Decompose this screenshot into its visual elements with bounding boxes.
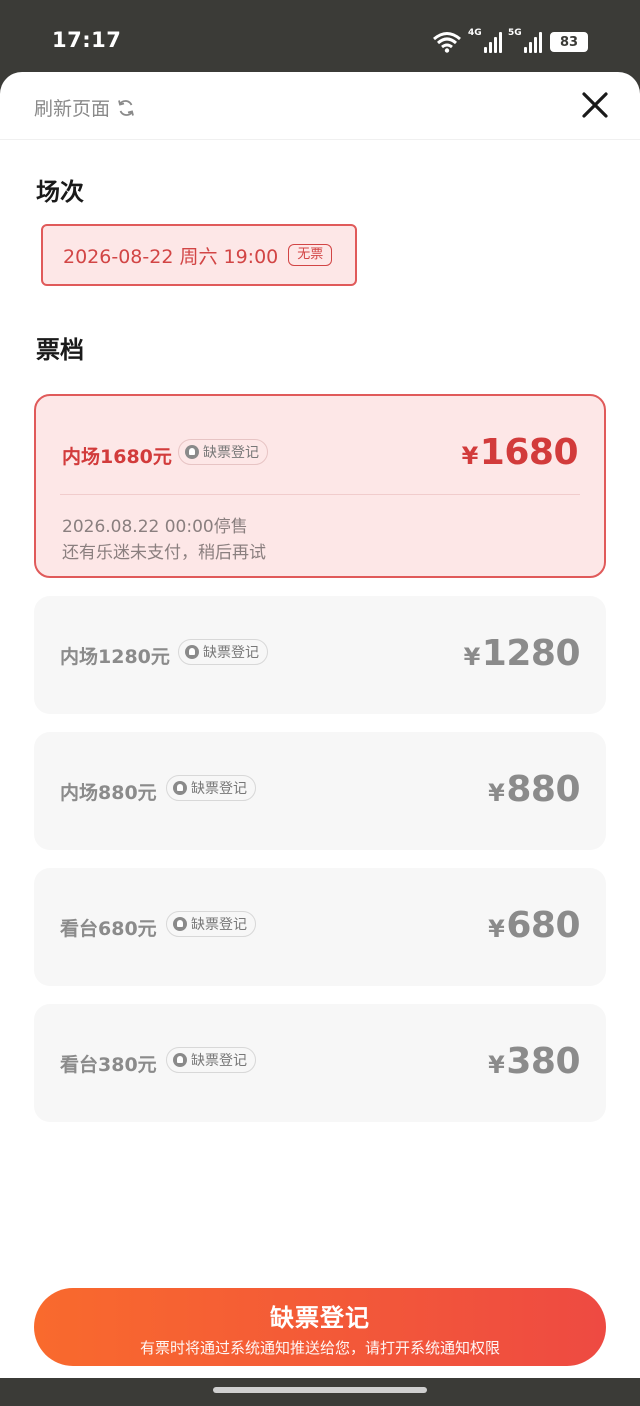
ticket-name: 看台680元 <box>60 918 157 940</box>
battery-level: 83 <box>559 34 579 50</box>
badge-label: 缺票登记 <box>191 917 247 933</box>
badge-label: 缺票登记 <box>203 645 259 661</box>
price-value: 380 <box>506 1041 580 1082</box>
sold-out-badge: 无票 <box>288 244 333 266</box>
shortage-register-badge: 缺票登记 <box>166 911 256 937</box>
badge-label: 缺票登记 <box>203 445 259 461</box>
ticket-option-1280[interactable]: 内场1280元 缺票登记 ¥1280 <box>34 596 606 714</box>
battery-icon: 83 <box>550 32 588 52</box>
currency-symbol: ¥ <box>488 779 505 807</box>
ticket-option-880[interactable]: 内场880元 缺票登记 ¥880 <box>34 732 606 850</box>
refresh-button[interactable]: 刷新页面 <box>34 94 136 121</box>
currency-symbol: ¥ <box>463 643 481 671</box>
refresh-label: 刷新页面 <box>34 98 111 120</box>
ticket-name: 内场1680元 <box>62 446 172 468</box>
ticket-price: ¥1280 <box>463 633 581 674</box>
cta-sub-label: 有票时将通过系统通知推送给您，请打开系统通知权限 <box>139 1339 500 1357</box>
currency-symbol: ¥ <box>461 442 479 470</box>
ticket-option-680[interactable]: 看台680元 缺票登记 ¥680 <box>34 868 606 986</box>
shortage-register-badge: 缺票登记 <box>178 439 268 465</box>
ticket-option-380[interactable]: 看台380元 缺票登记 ¥380 <box>34 1004 606 1122</box>
badge-label: 缺票登记 <box>191 1053 247 1069</box>
close-icon[interactable] <box>580 90 610 120</box>
network-4g-label: 4G <box>468 28 482 38</box>
cta-label: 缺票登记 <box>270 1304 370 1332</box>
price-value: 1680 <box>479 432 579 473</box>
ticket-note: 还有乐迷未支付，稍后再试 <box>62 543 266 563</box>
status-time: 17:17 <box>52 28 122 52</box>
network-5g-label: 5G <box>508 28 522 38</box>
status-icons: 4G 5G 83 <box>432 28 588 54</box>
navigation-bar <box>0 1378 640 1406</box>
sale-time: 2026.08.22 00:00停售 <box>62 517 248 537</box>
shortage-register-badge: 缺票登记 <box>166 1047 256 1073</box>
ticket-name: 内场1280元 <box>60 646 170 668</box>
ticket-price: ¥880 <box>488 769 580 810</box>
price-value: 1280 <box>481 633 581 674</box>
divider <box>60 494 580 495</box>
notify-icon <box>173 917 187 931</box>
ticket-price: ¥680 <box>488 905 580 946</box>
session-datetime: 2026-08-22 周六 19:00 <box>63 245 279 268</box>
ticket-price: ¥380 <box>488 1041 580 1082</box>
notify-icon <box>173 781 187 795</box>
currency-symbol: ¥ <box>488 1051 505 1079</box>
status-bar: 17:17 4G 5G 83 <box>0 0 640 72</box>
ticket-sheet: 刷新页面 场次 2026-08-22 周六 19:00 无票 票档 内场1680… <box>0 72 640 1378</box>
shortage-register-button[interactable]: 缺票登记 有票时将通过系统通知推送给您，请打开系统通知权限 <box>34 1288 606 1366</box>
signal-5g-icon: 5G <box>508 28 542 53</box>
shortage-register-badge: 缺票登记 <box>178 639 268 665</box>
home-indicator[interactable] <box>213 1387 427 1393</box>
wifi-icon <box>433 32 461 53</box>
ticket-name: 看台380元 <box>60 1054 157 1076</box>
session-section-title: 场次 <box>36 178 84 206</box>
session-option[interactable]: 2026-08-22 周六 19:00 无票 <box>41 224 357 286</box>
notify-icon <box>185 645 199 659</box>
badge-label: 缺票登记 <box>191 781 247 797</box>
signal-4g-icon: 4G <box>468 28 502 53</box>
notify-icon <box>173 1053 187 1067</box>
notify-icon <box>185 445 199 459</box>
currency-symbol: ¥ <box>488 915 505 943</box>
ticket-name: 内场880元 <box>60 782 157 804</box>
price-value: 680 <box>506 905 580 946</box>
shortage-register-badge: 缺票登记 <box>166 775 256 801</box>
sheet-header: 刷新页面 <box>0 72 640 140</box>
ticket-option-1680[interactable]: 内场1680元 缺票登记 ¥1680 2026.08.22 00:00停售 还有… <box>34 394 606 578</box>
ticket-price: ¥1680 <box>461 432 579 473</box>
refresh-icon <box>118 99 134 116</box>
price-value: 880 <box>506 769 580 810</box>
ticket-section-title: 票档 <box>36 336 84 364</box>
